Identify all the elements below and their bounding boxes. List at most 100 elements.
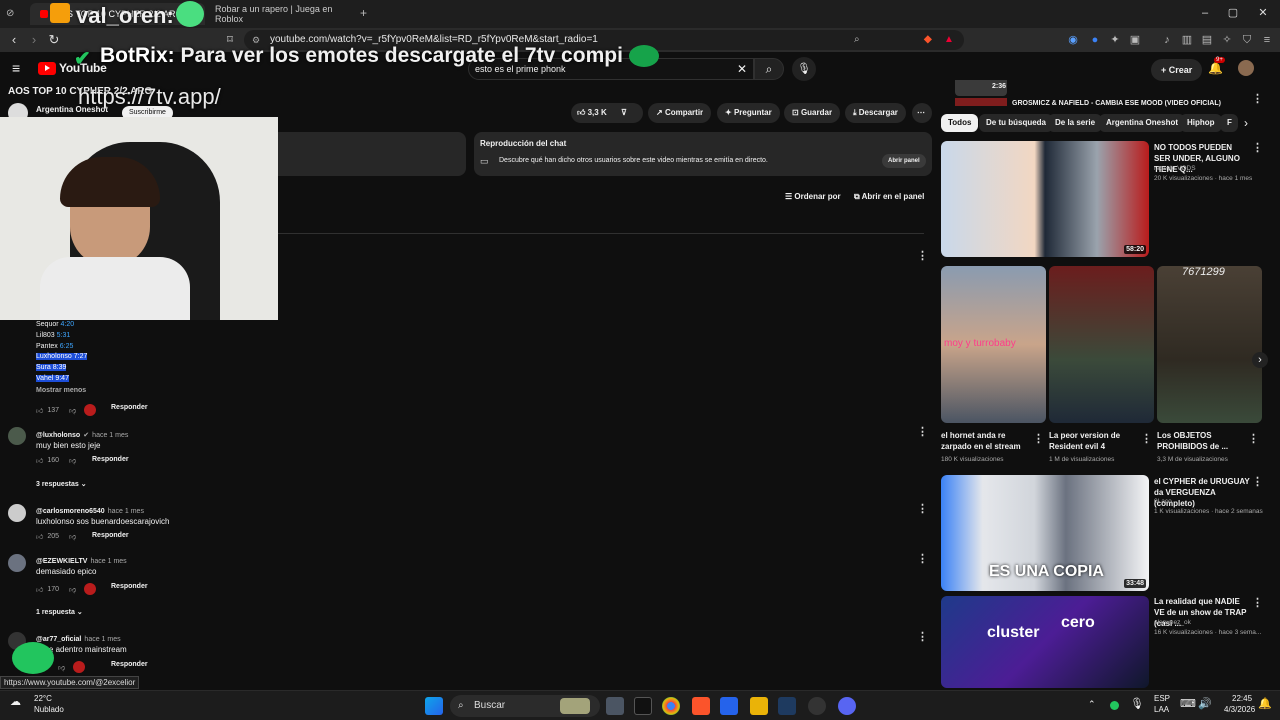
language-layout[interactable]: LAA — [1154, 705, 1169, 714]
reply-button[interactable]: Responder — [92, 532, 129, 539]
menu-icon[interactable]: ≡ — [1260, 33, 1274, 47]
comment-author[interactable]: @EZEWKIELTV — [36, 558, 87, 565]
chip-hiphop[interactable]: Hiphop — [1180, 114, 1222, 132]
replies-toggle[interactable]: 1 respuesta ⌄ — [36, 608, 83, 616]
chip-todos[interactable]: Todos — [941, 114, 979, 132]
comment-time[interactable]: hace 1 mes — [90, 558, 126, 565]
timestamp-link[interactable]: 5:31 — [57, 332, 71, 339]
video-menu-icon[interactable]: ⋮ — [1252, 141, 1263, 154]
short-thumbnail[interactable] — [1049, 266, 1154, 423]
create-button[interactable]: + Crear — [1151, 59, 1203, 81]
like-icon[interactable]: 👍︎ — [36, 406, 43, 415]
clock-date[interactable]: 4/3/2026 — [1224, 705, 1255, 714]
open-in-panel-button[interactable]: ⧉ Abrir en el panel — [854, 192, 924, 202]
close-window-icon[interactable]: ✕ — [1256, 6, 1270, 20]
avatar[interactable] — [1238, 60, 1254, 76]
brave-icon[interactable] — [692, 697, 710, 715]
task-view-icon[interactable] — [606, 697, 624, 715]
save-button[interactable]: ⊡ Guardar — [784, 103, 841, 123]
share-button[interactable]: ↗ Compartir — [648, 103, 712, 123]
extensions-icon[interactable]: ✦ — [1108, 33, 1122, 47]
avatar[interactable] — [8, 427, 26, 445]
comment-author[interactable]: @ar77_oficial — [36, 636, 81, 643]
short-title[interactable]: Los OBJETOS PROHIBIDOS de ... — [1157, 430, 1247, 452]
description-box[interactable] — [270, 132, 466, 176]
like-button[interactable]: 👍︎ 3,3 K ⊽ — [571, 103, 643, 123]
comment-menu-icon[interactable]: ⋮ — [917, 630, 928, 643]
video-thumbnail[interactable] — [955, 98, 1007, 106]
video-menu-icon[interactable]: ⋮ — [1252, 596, 1263, 609]
chip-de-la-serie[interactable]: De la serie — [1048, 114, 1103, 132]
comment-time[interactable]: hace 1 mes — [92, 432, 128, 439]
chip-de-tu-busqueda[interactable]: De tu búsqueda — [979, 114, 1054, 132]
discord-icon[interactable] — [838, 697, 856, 715]
comment-time[interactable]: hace 1 mes — [84, 636, 120, 643]
language-indicator[interactable]: ESP — [1154, 694, 1170, 703]
video-menu-icon[interactable]: ⋮ — [1252, 475, 1263, 488]
reply-button[interactable]: Responder — [111, 661, 148, 668]
brave-rewards-icon[interactable]: ▲ — [944, 30, 954, 50]
more-actions-button[interactable]: ⋯ — [912, 103, 932, 123]
zoom-icon[interactable]: ⌕ — [854, 30, 860, 50]
comment-time[interactable]: hace 1 mes — [108, 508, 144, 515]
show-less-button[interactable]: Mostrar menos — [36, 387, 86, 394]
chip-argentina-oneshot[interactable]: Argentina Oneshot — [1099, 114, 1186, 132]
wallet-icon[interactable]: ▣ — [1128, 33, 1142, 47]
avatar[interactable] — [8, 504, 26, 522]
tray-overflow-icon[interactable]: ⌃ — [1088, 699, 1096, 710]
chevron-right-icon[interactable]: › — [1244, 116, 1248, 130]
volume-icon[interactable]: 🔊 — [1198, 697, 1212, 710]
minimize-icon[interactable]: – — [1198, 6, 1212, 20]
youtube-logo[interactable]: YouTube — [38, 61, 107, 75]
voice-search-button[interactable]: 🎙 — [792, 57, 816, 81]
reply-button[interactable]: Responder — [111, 404, 148, 411]
short-menu-icon[interactable]: ⋮ — [1033, 432, 1044, 445]
comment-author[interactable]: @luxholonso — [36, 432, 80, 439]
video-thumbnail[interactable]: cluster cero — [941, 596, 1149, 688]
new-tab-button[interactable]: + — [360, 6, 367, 20]
video-thumbnail[interactable]: ES UNA COPIA 33:48 — [941, 475, 1149, 591]
video-menu-icon[interactable]: ⋮ — [1252, 92, 1263, 105]
video-channel[interactable]: alenunez_ok — [1154, 618, 1191, 627]
ask-button[interactable]: ✦ Preguntar — [717, 103, 780, 123]
dislike-icon[interactable]: 👎︎ — [69, 585, 76, 594]
tab-search-icon[interactable]: ▤ — [1200, 33, 1214, 47]
dislike-icon[interactable]: 👎︎ — [69, 456, 76, 465]
sidebar-icon[interactable]: ▥ — [1180, 33, 1194, 47]
comment-author[interactable]: @carlosmoreno6540 — [36, 508, 105, 515]
extension-icon[interactable]: ◉ — [1066, 33, 1080, 47]
reload-icon[interactable]: ↻ — [46, 32, 62, 48]
search-button[interactable]: ⌕ — [754, 58, 784, 80]
open-panel-button[interactable]: Abrir panel — [882, 154, 926, 168]
comment-menu-icon[interactable]: ⋮ — [917, 249, 928, 262]
short-thumbnail[interactable]: moy y turrobaby — [941, 266, 1046, 423]
short-title[interactable]: el hornet anda re zarpado en el stream — [941, 430, 1033, 452]
forward-icon[interactable]: › — [26, 32, 42, 48]
dislike-icon[interactable]: 👎︎ — [69, 406, 76, 415]
chrome-icon[interactable] — [662, 697, 680, 715]
store-icon[interactable] — [720, 697, 738, 715]
clock-time[interactable]: 22:45 — [1232, 694, 1252, 703]
short-title[interactable]: La peor version de Resident evil 4 — [1049, 430, 1139, 452]
epic-games-icon[interactable] — [634, 697, 652, 715]
short-menu-icon[interactable]: ⋮ — [1248, 432, 1259, 445]
comment-menu-icon[interactable]: ⋮ — [917, 552, 928, 565]
like-icon[interactable]: 👍︎ — [36, 456, 43, 465]
avatar[interactable] — [8, 554, 26, 572]
dislike-icon[interactable]: 👎︎ — [69, 532, 76, 541]
video-channel[interactable]: rageylo VODS — [1154, 164, 1196, 173]
timestamp-link[interactable]: 4:20 — [61, 321, 75, 328]
hamburger-menu-icon[interactable]: ≡ — [12, 60, 20, 76]
shield-icon[interactable]: ⛉ — [1240, 33, 1254, 47]
notifications-icon[interactable]: 🔔 — [1208, 61, 1223, 75]
chevron-right-icon[interactable]: › — [1252, 352, 1268, 368]
download-button[interactable]: ⤓ Descargar — [845, 103, 906, 123]
clear-search-icon[interactable]: ✕ — [737, 59, 747, 79]
file-explorer-icon[interactable] — [750, 697, 768, 715]
video-thumbnail[interactable]: 58:20 — [941, 141, 1149, 257]
like-icon[interactable]: 👍︎ — [36, 585, 43, 594]
music-icon[interactable]: ♪ — [1160, 33, 1174, 47]
video-title[interactable]: GROSMICZ & NAFIELD - CAMBIA ESE MOOD (VI… — [1012, 100, 1232, 107]
reply-button[interactable]: Responder — [92, 456, 129, 463]
back-icon[interactable]: ‹ — [6, 32, 22, 48]
